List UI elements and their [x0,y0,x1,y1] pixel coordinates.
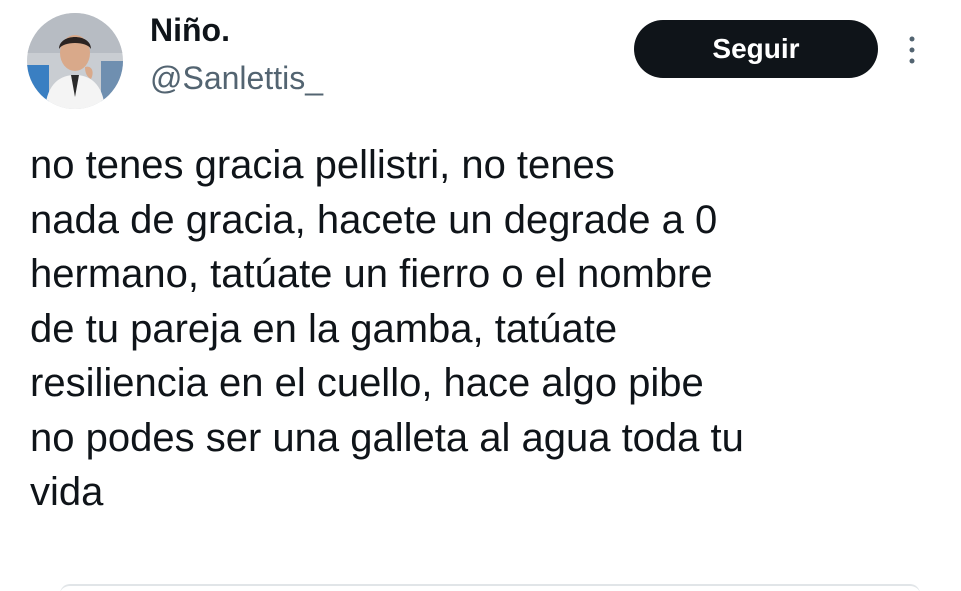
tweet-text-line: hermano, tatúate un fierro o el nombre [30,252,713,296]
tweet-text-line: vida [30,470,104,514]
tweet-text-line: resiliencia en el cuello, hace algo pibe [30,361,704,405]
tweet-text-line: no podes ser una galleta al agua toda tu [30,415,744,460]
tweet-card: Niño. @Sanlettis_ Seguir no tenes gracia… [0,0,961,591]
avatar-image [27,13,123,109]
author-display-name[interactable]: Niño. [150,10,230,50]
author-handle[interactable]: @Sanlettis_ [150,58,323,98]
embedded-card-edge [60,584,920,591]
tweet-text-line: no tenes gracia pellistri, no tenes [30,143,615,187]
tweet-text: no tenes gracia pellistri, no tenes nada… [30,138,945,520]
tweet-text-line: de tu pareja en la gamba, tatúate [30,306,618,351]
more-vertical-icon[interactable] [902,30,922,70]
tweet-text-line: nada de gracia, hacete un degrade a 0 [30,197,718,242]
follow-button[interactable]: Seguir [634,20,878,78]
author-avatar[interactable] [27,13,123,109]
